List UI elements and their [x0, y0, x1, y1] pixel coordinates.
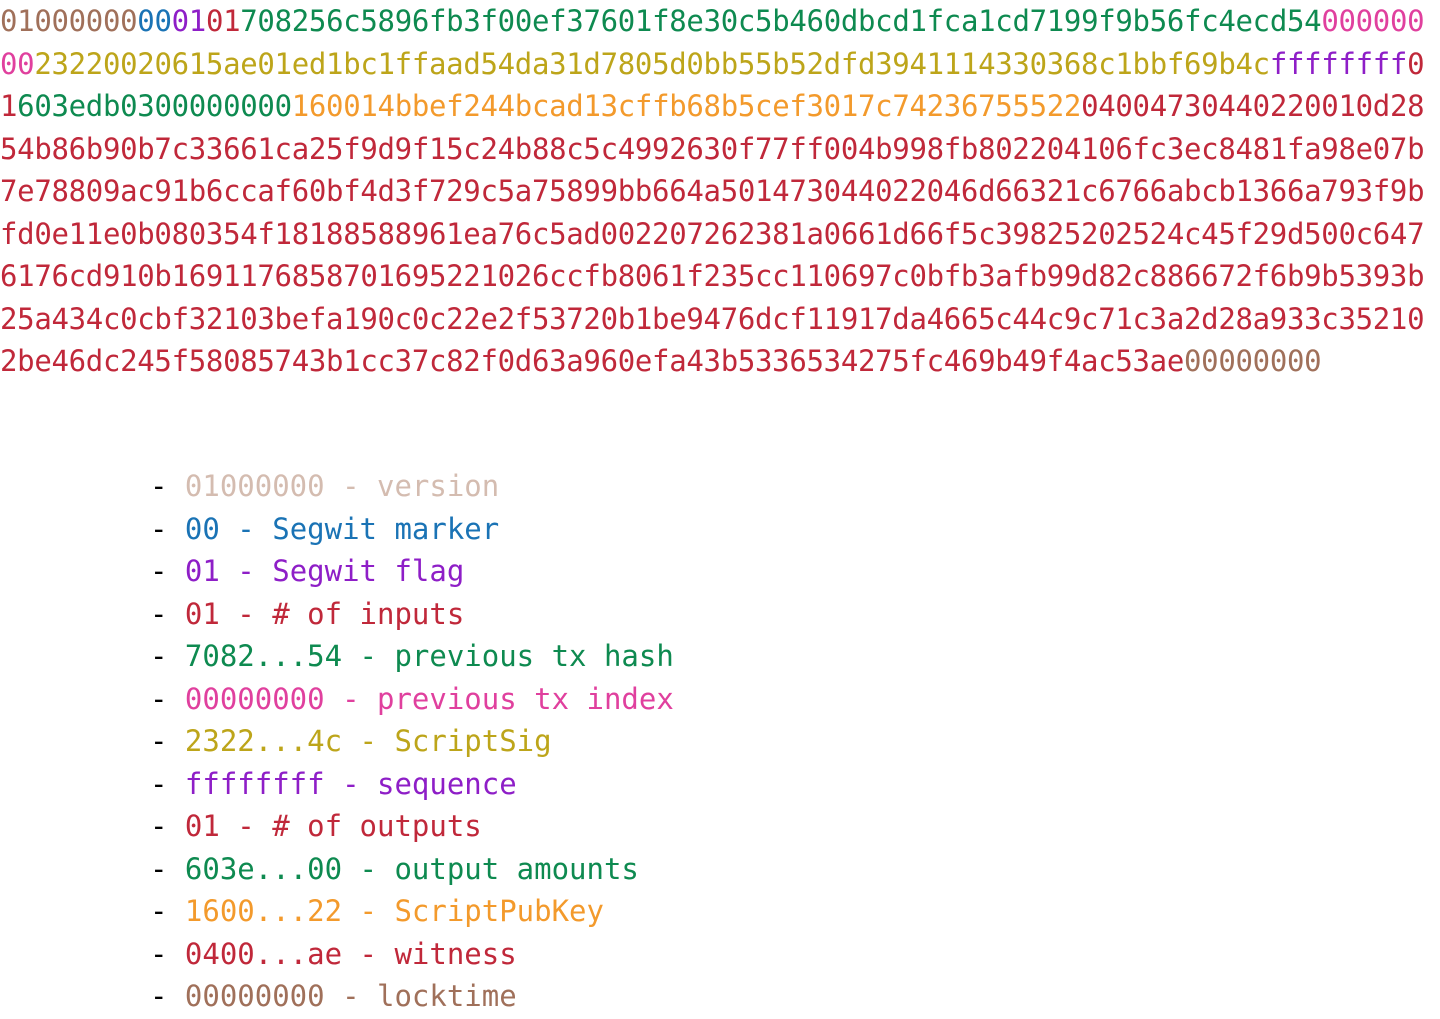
legend-separator: - [324, 469, 377, 503]
legend-bullet: - [150, 766, 185, 801]
legend-bullet: - [150, 639, 185, 673]
raw-transaction-hex: 01000000000101708256c5896fb3f00ef37601f8… [0, 0, 1440, 383]
legend-code: 01 [184, 554, 220, 588]
legend-separator: - [324, 979, 377, 1013]
legend-label: previous tx index [377, 681, 674, 716]
legend-label: ScriptSig [394, 724, 552, 758]
hex-input-count: 01 [205, 4, 241, 38]
legend-code: 01000000 [184, 469, 325, 503]
legend-item-input-count: - 01 - # of inputs [150, 593, 674, 636]
legend-label: Segwit flag [272, 554, 465, 588]
legend-bullet: - [150, 936, 185, 971]
legend-label: witness [394, 936, 517, 971]
legend-bullet: - [150, 511, 185, 546]
field-legend: - 01000000 - version - 00 - Segwit marke… [150, 465, 674, 1018]
legend-label: Segwit marker [272, 511, 500, 546]
legend-item-segwit-flag: - 01 - Segwit flag [150, 550, 674, 593]
legend-bullet: - [150, 724, 185, 758]
legend-label: output amounts [394, 851, 639, 886]
legend-item-previous-tx-hash: - 7082...54 - previous tx hash [150, 635, 674, 678]
legend-code: ffffffff [184, 766, 325, 801]
legend-separator: - [219, 809, 273, 843]
legend-bullet: - [150, 894, 185, 928]
legend-label: sequence [377, 766, 517, 801]
legend-label: version [377, 469, 500, 503]
hex-segwit-marker: 00 [137, 4, 172, 38]
legend-separator: - [342, 936, 395, 971]
legend-item-version: - 01000000 - version [150, 465, 674, 508]
legend-item-witness: - 0400...ae - witness [150, 933, 674, 976]
legend-label: # of outputs [272, 809, 482, 843]
hex-version: 01000000 [0, 4, 138, 38]
hex-scriptpubkey: 160014bbef244bcad13cffb68b5cef3017c74236… [291, 89, 1082, 123]
legend-item-scriptsig: - 2322...4c - ScriptSig [150, 720, 674, 763]
legend-code: 00 [184, 511, 220, 546]
legend-item-output-amounts: - 603e...00 - output amounts [150, 848, 674, 891]
legend-separator: - [324, 681, 377, 716]
legend-separator: - [219, 511, 273, 546]
legend-code: 0400...ae [184, 936, 343, 971]
legend-code: 603e...00 [184, 851, 343, 886]
hex-previous-tx-hash: 708256c5896fb3f00ef37601f8e30c5b460dbcd1… [240, 4, 1322, 38]
legend-bullet: - [150, 596, 185, 631]
hex-segwit-flag: 01 [171, 4, 207, 38]
legend-separator: - [219, 554, 273, 588]
legend-item-previous-tx-index: - 00000000 - previous tx index [150, 678, 674, 721]
legend-code: 00000000 [184, 681, 325, 716]
legend-item-segwit-marker: - 00 - Segwit marker [150, 508, 674, 551]
legend-bullet: - [150, 469, 185, 503]
legend-separator: - [342, 894, 395, 928]
legend-label: locktime [377, 979, 517, 1013]
legend-separator: - [219, 596, 273, 631]
hex-sequence: ffffffff [1269, 46, 1408, 81]
legend-bullet: - [150, 851, 185, 886]
hex-locktime: 00000000 [1184, 344, 1322, 378]
legend-code: 01 [184, 809, 220, 843]
hex-output-amounts: 603edb0300000000 [17, 89, 292, 123]
legend-code: 1600...22 [184, 894, 343, 928]
hex-witness: 04004730440220010d2854b86b90b7c33661ca25… [0, 89, 1425, 378]
legend-separator: - [342, 851, 395, 886]
legend-code: 01 [184, 596, 220, 631]
legend-label: # of inputs [272, 596, 465, 631]
hex-scriptsig: 23220020615ae01ed1bc1ffaad54da31d7805d0b… [34, 46, 1270, 81]
legend-bullet: - [150, 809, 185, 843]
legend-item-locktime: - 00000000 - locktime [150, 975, 674, 1018]
legend-item-sequence: - ffffffff - sequence [150, 763, 674, 806]
legend-item-scriptpubkey: - 1600...22 - ScriptPubKey [150, 890, 674, 933]
legend-separator: - [342, 724, 395, 758]
legend-label: previous tx hash [394, 639, 674, 673]
legend-label: ScriptPubKey [394, 894, 604, 928]
legend-separator: - [324, 766, 377, 801]
legend-bullet: - [150, 554, 185, 588]
legend-bullet: - [150, 979, 185, 1013]
legend-code: 00000000 [184, 979, 325, 1013]
legend-code: 7082...54 [184, 639, 343, 673]
legend-item-output-count: - 01 - # of outputs [150, 805, 674, 848]
legend-bullet: - [150, 681, 185, 716]
legend-code: 2322...4c [184, 724, 343, 758]
legend-separator: - [342, 639, 395, 673]
